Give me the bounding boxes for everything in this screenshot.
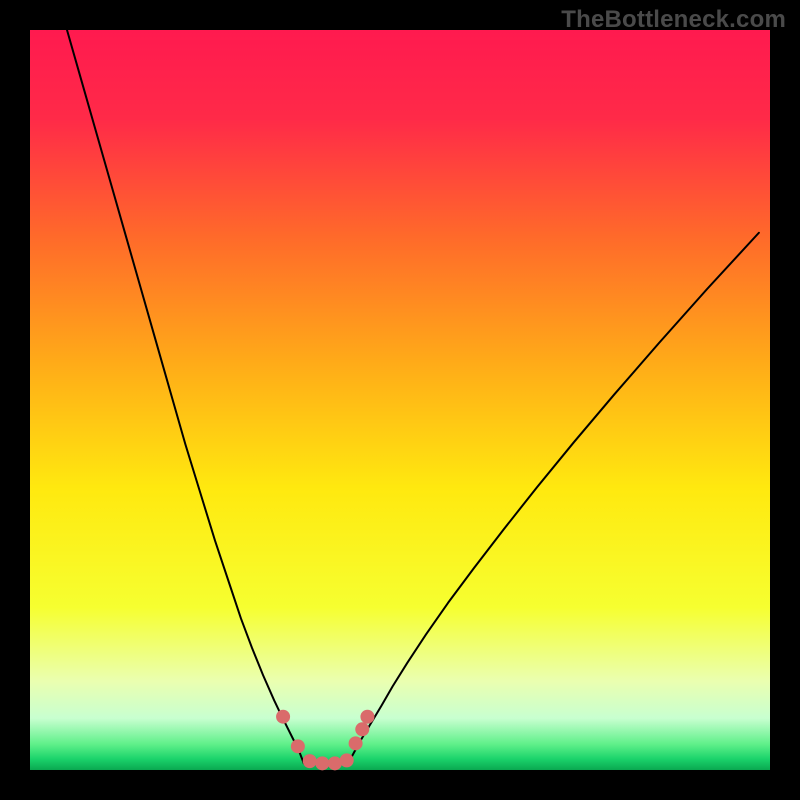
marker-dip-markers: [355, 722, 369, 736]
chart-frame: TheBottleneck.com: [0, 0, 800, 800]
marker-dip-markers: [276, 710, 290, 724]
marker-dip-markers: [360, 710, 374, 724]
marker-dip-markers: [303, 754, 317, 768]
watermark-text: TheBottleneck.com: [561, 6, 786, 34]
chart-plot: [30, 30, 770, 770]
marker-dip-markers: [340, 753, 354, 767]
marker-dip-markers: [315, 756, 329, 770]
chart-background: [30, 30, 770, 770]
marker-dip-markers: [328, 756, 342, 770]
marker-dip-markers: [349, 736, 363, 750]
marker-dip-markers: [291, 739, 305, 753]
